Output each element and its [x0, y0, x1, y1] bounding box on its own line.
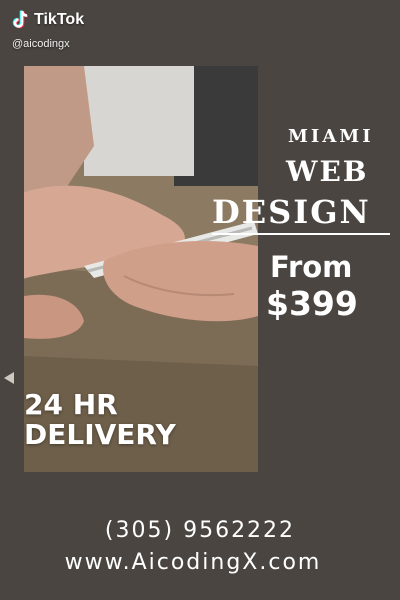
delivery-line-2: DELIVERY [24, 418, 176, 451]
left-arrow-icon [4, 372, 14, 384]
contact-website: www.AicodingX.com [64, 550, 322, 575]
delivery-line-1: 24 HR [24, 388, 118, 421]
tiktok-handle: @aicodingx [12, 38, 70, 50]
headline-design: DESIGN [212, 193, 371, 231]
offer-price: $399 [266, 284, 358, 323]
headline-miami: MIAMI [288, 126, 374, 147]
tiktok-note-icon [12, 10, 30, 30]
contact-phone: (305) 9562222 [104, 518, 296, 543]
tiktok-brand-label: TikTok [34, 11, 85, 28]
headline-underline [212, 233, 390, 235]
tiktok-watermark: TikTok [12, 10, 84, 30]
offer-from-label: From [270, 250, 353, 284]
delivery-badge: 24 HR DELIVERY [24, 390, 176, 450]
headline-web: WEB [286, 155, 369, 188]
